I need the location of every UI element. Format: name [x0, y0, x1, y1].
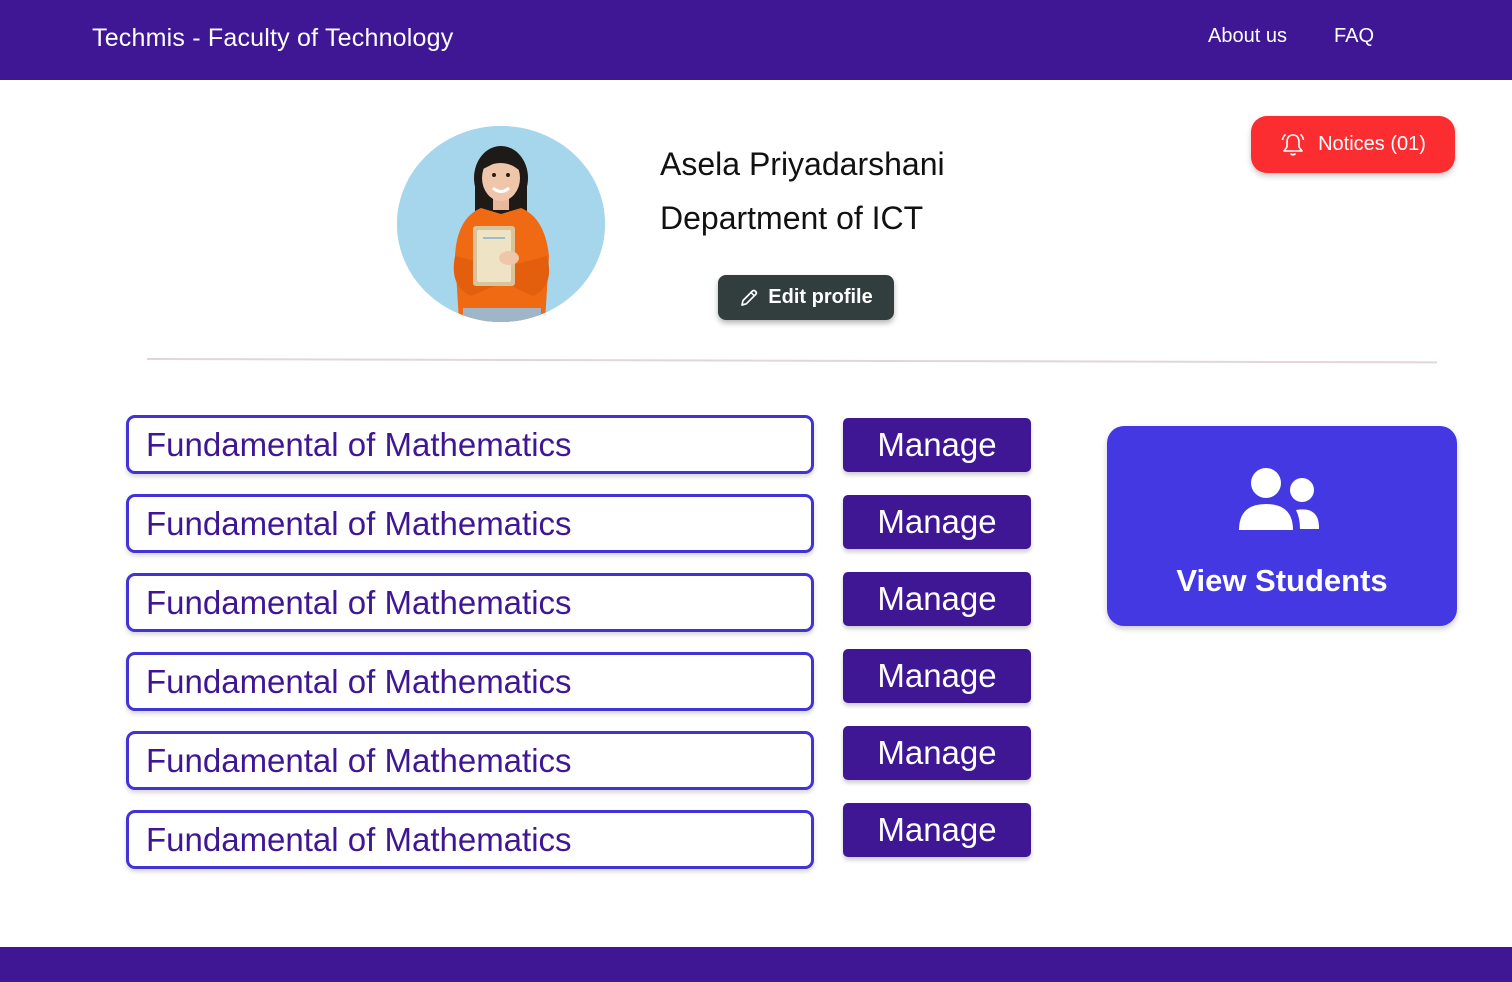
course-item: Fundamental of Mathematics [126, 573, 814, 632]
course-item: Fundamental of Mathematics [126, 494, 814, 553]
profile-name: Asela Priyadarshani [660, 146, 945, 182]
nav-link-about-us[interactable]: About us [1208, 25, 1287, 48]
users-icon [1239, 468, 1319, 530]
notices-button[interactable]: Notices (01) [1251, 116, 1455, 173]
pencil-icon [741, 289, 758, 306]
top-navbar: Techmis - Faculty of Technology About us… [0, 0, 1512, 80]
manage-button[interactable]: Manage [843, 803, 1031, 857]
profile-department: Department of ICT [660, 200, 924, 236]
section-divider [146, 358, 1437, 364]
student-photo-icon [397, 126, 605, 322]
footer-bar [0, 947, 1512, 982]
site-title: Techmis - Faculty of Technology [92, 24, 454, 52]
manage-button[interactable]: Manage [843, 572, 1031, 626]
notices-label: Notices (01) [1318, 133, 1426, 155]
course-item: Fundamental of Mathematics [126, 652, 814, 711]
manage-button[interactable]: Manage [843, 495, 1031, 549]
edit-profile-button[interactable]: Edit profile [718, 275, 894, 320]
course-item: Fundamental of Mathematics [126, 415, 814, 474]
nav-link-faq[interactable]: FAQ [1334, 25, 1374, 48]
edit-profile-label: Edit profile [768, 286, 873, 308]
manage-button[interactable]: Manage [843, 418, 1031, 472]
course-item: Fundamental of Mathematics [126, 810, 814, 869]
course-item: Fundamental of Mathematics [126, 731, 814, 790]
view-students-label: View Students [1176, 563, 1388, 598]
view-students-button[interactable]: View Students [1107, 426, 1457, 626]
manage-button[interactable]: Manage [843, 649, 1031, 703]
bell-icon [1281, 133, 1305, 156]
avatar [397, 126, 605, 322]
manage-button[interactable]: Manage [843, 726, 1031, 780]
